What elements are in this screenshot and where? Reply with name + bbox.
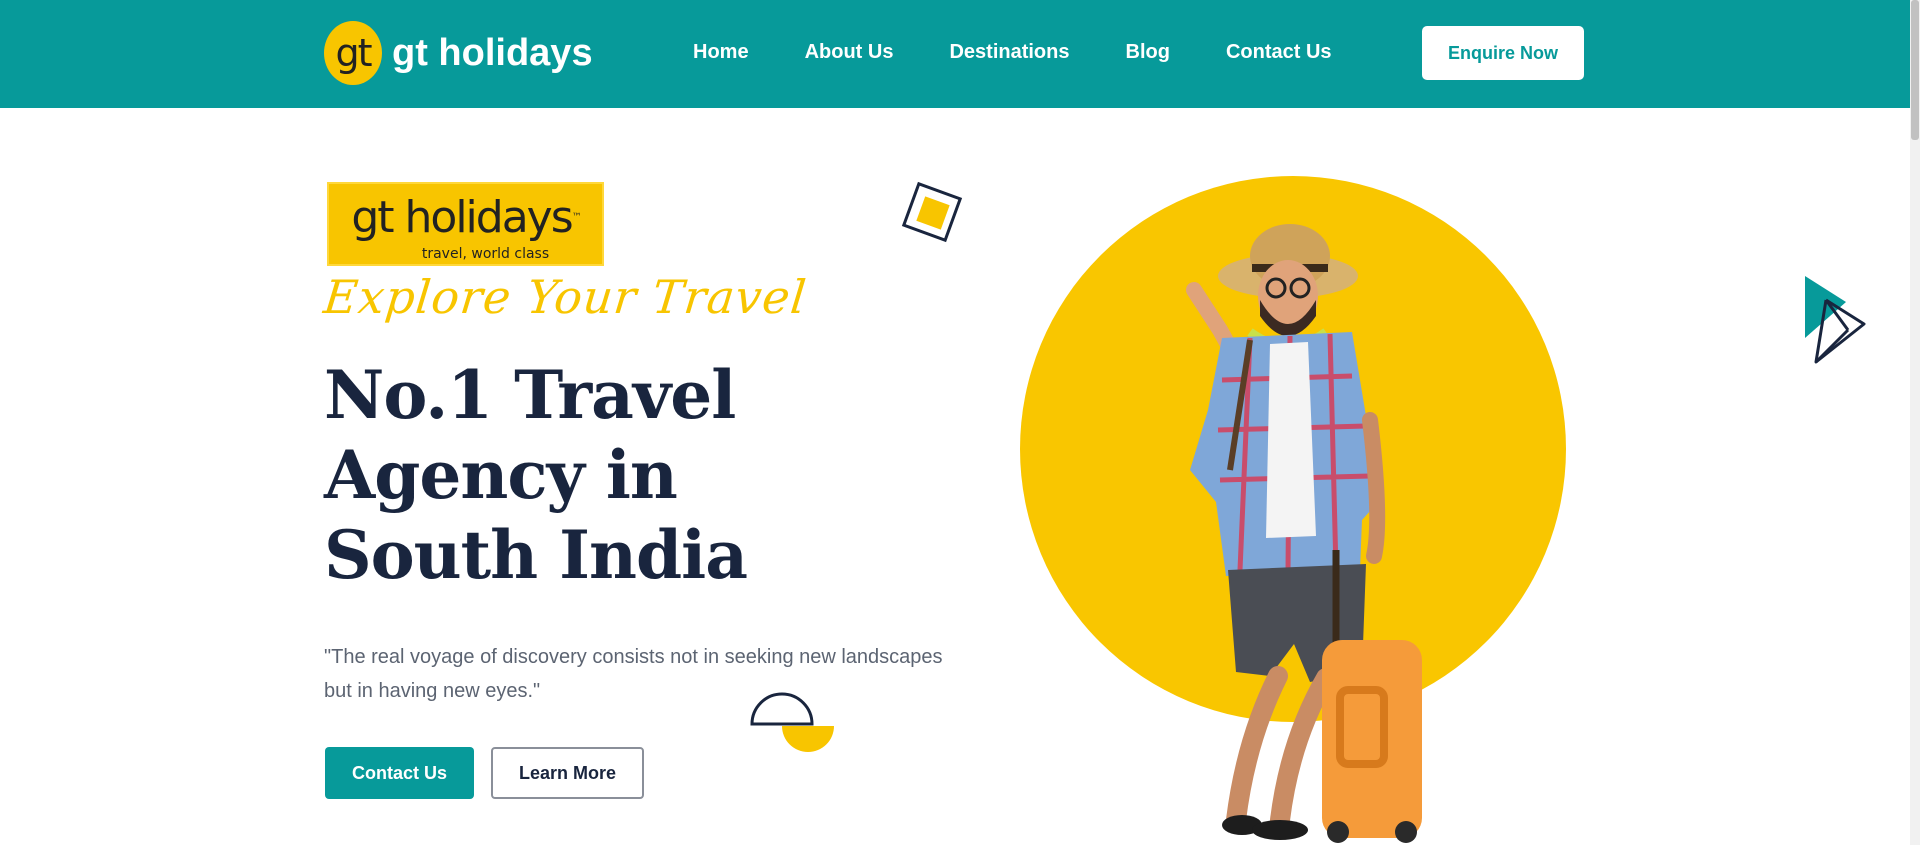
traveler-image	[1186, 224, 1422, 843]
brand-name: gt holidays	[392, 31, 593, 74]
hero-logo-text: gt holidays™	[351, 192, 582, 243]
headline-line: No.1 Travel	[324, 356, 736, 434]
paper-plane-icon	[1805, 276, 1866, 364]
page: gt gt holidays Home About Us Destination…	[0, 0, 1920, 845]
enquire-now-button[interactable]: Enquire Now	[1422, 26, 1584, 80]
hero-tagline: Explore Your Travel	[321, 270, 810, 324]
diamond-square-icon	[901, 181, 963, 243]
brand-badge-icon: gt	[324, 21, 382, 85]
hero-quote: "The real voyage of discovery consists n…	[324, 646, 943, 702]
nav-contact-us[interactable]: Contact Us	[1226, 41, 1332, 64]
half-circle-icon	[750, 692, 834, 752]
site-header: gt gt holidays Home About Us Destination…	[0, 0, 1920, 108]
page-scrollbar[interactable]	[1910, 0, 1920, 845]
trademark-icon: ™	[571, 212, 582, 223]
scrollbar-thumb[interactable]	[1911, 0, 1919, 140]
main-nav: Home About Us Destinations Blog Contact …	[693, 0, 1388, 104]
nav-about-us[interactable]: About Us	[805, 41, 894, 64]
contact-us-button[interactable]: Contact Us	[325, 747, 474, 799]
headline-line: Agency in	[324, 436, 678, 514]
headline-line: South India	[324, 516, 748, 594]
nav-home[interactable]: Home	[693, 41, 749, 64]
nav-destinations[interactable]: Destinations	[949, 41, 1069, 64]
nav-blog[interactable]: Blog	[1126, 41, 1170, 64]
brand-logo-link[interactable]: gt gt holidays	[324, 21, 593, 85]
hero-logo: gt holidays™ travel, world class	[327, 182, 604, 266]
hero-logo-tagline: travel, world class	[421, 246, 550, 262]
learn-more-button[interactable]: Learn More	[491, 747, 644, 799]
hero-headline: No.1 Travel Agency in South India	[324, 355, 844, 595]
